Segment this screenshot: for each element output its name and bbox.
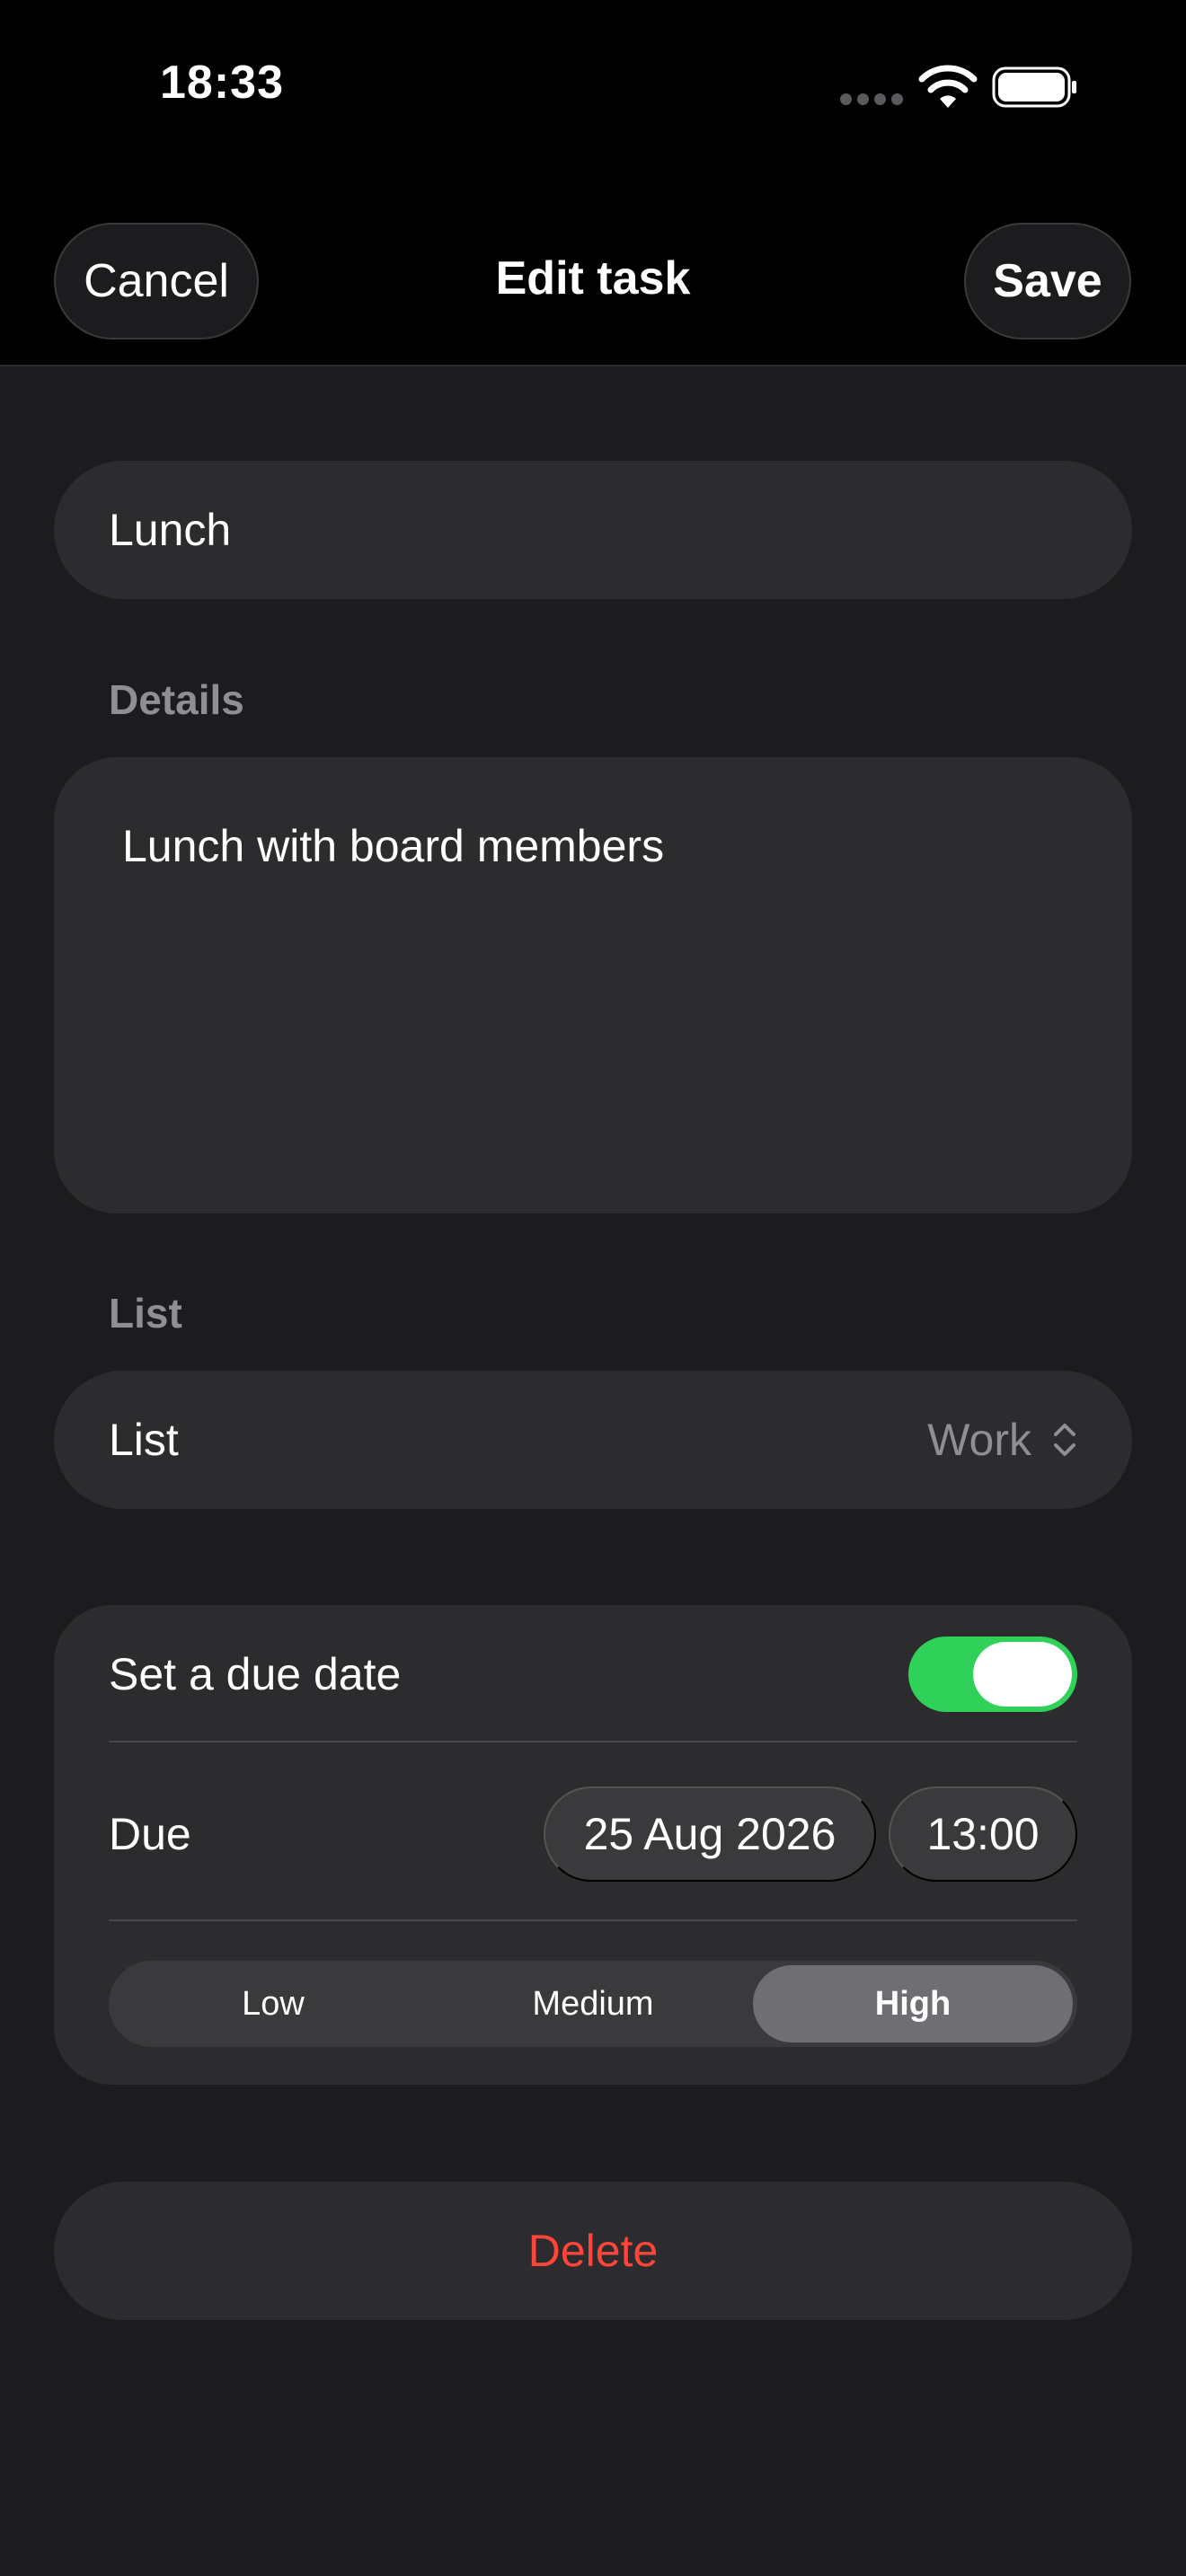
cellular-signal-icon — [840, 93, 903, 106]
navigation-bar: Cancel Edit task Save — [0, 180, 1186, 366]
due-label: Due — [109, 1809, 191, 1859]
divider — [109, 1741, 1077, 1742]
toggle-knob — [973, 1642, 1072, 1707]
list-picker[interactable]: List Work — [54, 1371, 1132, 1509]
status-time: 18:33 — [160, 57, 284, 109]
wifi-icon — [918, 65, 978, 108]
divider — [109, 1919, 1077, 1921]
edit-task-screen: 18:33 Cancel Edit task Save Lunch Detail… — [0, 0, 1186, 2576]
priority-high-segment[interactable]: High — [753, 1965, 1073, 2042]
save-button[interactable]: Save — [964, 223, 1131, 340]
priority-segmented-control: Low Medium High — [109, 1961, 1077, 2047]
delete-button[interactable]: Delete — [54, 2182, 1132, 2320]
due-row: Due 25 Aug 2026 13:00 — [109, 1745, 1077, 1923]
list-picker-value-wrap: Work — [927, 1414, 1078, 1466]
chevron-up-down-icon — [1054, 1424, 1075, 1456]
list-section-label: List — [109, 1290, 182, 1337]
task-title-input[interactable]: Lunch — [54, 461, 1132, 599]
due-date-button[interactable]: 25 Aug 2026 — [544, 1786, 876, 1882]
task-details-textarea[interactable]: Lunch with board members — [54, 757, 1132, 1213]
due-date-card: Set a due date Due 25 Aug 2026 13:00 Low… — [54, 1605, 1132, 2085]
priority-low-segment[interactable]: Low — [113, 1965, 433, 2042]
due-date-toggle-label: Set a due date — [109, 1649, 402, 1699]
details-section-label: Details — [109, 676, 244, 723]
priority-medium-segment[interactable]: Medium — [433, 1965, 753, 2042]
due-date-toggle-row: Set a due date — [109, 1605, 1077, 1743]
list-picker-label: List — [109, 1415, 179, 1465]
list-picker-value: Work — [927, 1415, 1031, 1465]
status-bar: 18:33 — [0, 0, 1186, 180]
due-time-button[interactable]: 13:00 — [889, 1786, 1077, 1882]
battery-icon — [992, 66, 1076, 108]
due-date-toggle[interactable] — [908, 1636, 1077, 1712]
